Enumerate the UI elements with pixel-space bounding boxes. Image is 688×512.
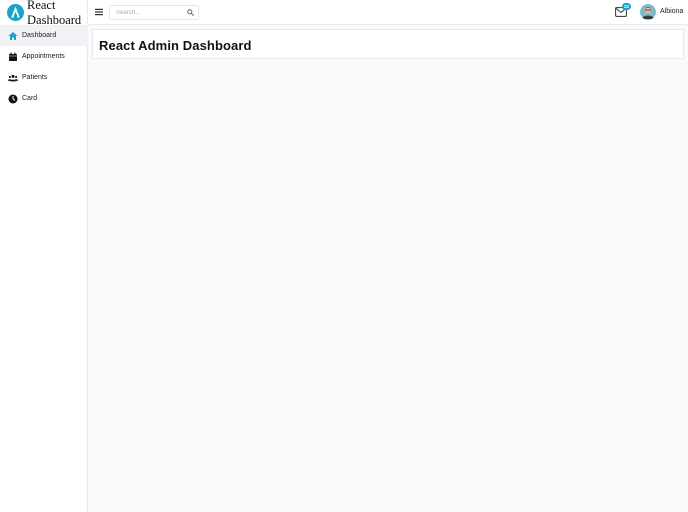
avatar[interactable] (640, 4, 656, 20)
brand-name: React Dashboard (27, 0, 87, 27)
sidebar-item-label: Dashboard (22, 32, 57, 39)
search-box (109, 5, 199, 20)
brand-name-line1: React (27, 0, 56, 12)
sidebar-item-patients[interactable]: Patients (0, 67, 88, 88)
main-content: React Admin Dashboard (88, 25, 688, 512)
home-icon (8, 31, 18, 41)
sidebar-item-card[interactable]: Card (0, 88, 88, 109)
user-avatar-icon (640, 4, 656, 20)
app-root: React Dashboard Dashboard Appointments P… (0, 0, 688, 512)
clock-icon (8, 94, 18, 104)
sidebar-item-label: Appointments (22, 53, 65, 60)
search-icon[interactable] (187, 9, 194, 16)
hamburger-menu-icon[interactable] (95, 8, 103, 16)
brand[interactable]: React Dashboard (0, 0, 88, 27)
sidebar-item-dashboard[interactable]: Dashboard (0, 25, 88, 46)
user-name[interactable]: Albiona (660, 8, 683, 15)
sidebar-item-appointments[interactable]: Appointments (0, 46, 88, 67)
sidebar-item-label: Patients (22, 74, 48, 81)
sidebar-item-label: Card (22, 95, 38, 102)
mail-count-badge: 22 (622, 3, 631, 10)
top-header: 22 Albiona (88, 0, 688, 25)
page-title: React Admin Dashboard (99, 38, 252, 53)
sidebar-nav: Dashboard Appointments Patients Card (0, 25, 88, 109)
calendar-icon (8, 52, 18, 62)
logo-icon (7, 4, 24, 21)
sidebar: React Dashboard Dashboard Appointments P… (0, 0, 88, 512)
users-icon (8, 73, 18, 83)
search-input[interactable] (110, 6, 184, 19)
page-title-card: React Admin Dashboard (92, 29, 684, 59)
